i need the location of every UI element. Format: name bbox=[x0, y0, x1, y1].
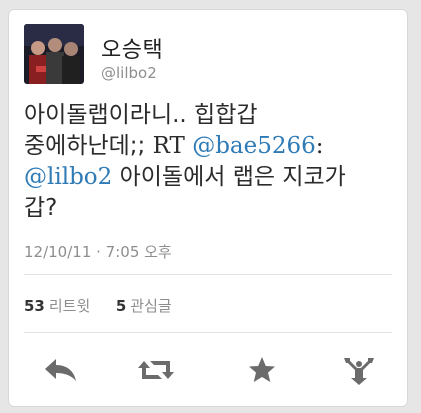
tweet-card: 오승택 @lilbo2 아이돌랩이라니.. 힙합갑 중에하난데;; RT @ba… bbox=[8, 9, 408, 407]
avatar[interactable] bbox=[24, 24, 84, 84]
mention-link[interactable]: @lilbo2 bbox=[24, 164, 112, 190]
reply-icon bbox=[45, 359, 76, 381]
tweet-line-1: 아이돌랩이라니.. 힙합갑 bbox=[24, 102, 258, 128]
star-icon bbox=[249, 357, 275, 382]
retweet-count: 53 bbox=[24, 297, 45, 315]
retweet-icon bbox=[138, 361, 174, 379]
retweet-label: 리트윗 bbox=[48, 297, 91, 315]
tweet-stats: 53 리트윗 5 관심글 bbox=[24, 295, 172, 316]
tweet-line-2-text: 중에하난데;; bbox=[24, 133, 153, 159]
tweet-timestamp: 12/10/11 · 7:05 오후 bbox=[24, 243, 172, 261]
mention-link[interactable]: @bae5266 bbox=[192, 133, 316, 159]
divider bbox=[24, 274, 392, 275]
rt-label: RT bbox=[152, 133, 185, 159]
share-icon bbox=[344, 358, 374, 385]
favorite-button[interactable] bbox=[242, 350, 282, 390]
display-name[interactable]: 오승택 bbox=[101, 32, 163, 64]
tweet-text: 아이돌랩이라니.. 힙합갑 중에하난데;; RT @bae5266: @lilb… bbox=[24, 100, 394, 224]
favorite-count: 5 bbox=[115, 297, 127, 315]
action-bar bbox=[9, 350, 407, 390]
tweet-line-2: 중에하난데;; RT @bae5266: bbox=[24, 131, 394, 162]
favorite-stat[interactable]: 5 관심글 bbox=[116, 297, 172, 315]
tweet-line-3: @lilbo2 아이돌에서 랩은 지코가 bbox=[24, 162, 394, 193]
share-button[interactable] bbox=[339, 350, 379, 390]
retweet-button[interactable] bbox=[136, 350, 176, 390]
tweet-line-3-text: 아이돌에서 랩은 지코가 bbox=[112, 164, 346, 190]
divider bbox=[24, 332, 392, 333]
tweet-line-4: 갑? bbox=[24, 195, 58, 221]
user-handle[interactable]: @lilbo2 bbox=[101, 64, 157, 82]
tweet-colon: : bbox=[315, 133, 324, 159]
retweet-stat[interactable]: 53 리트윗 bbox=[24, 297, 90, 315]
favorite-label: 관심글 bbox=[130, 297, 172, 315]
reply-button[interactable] bbox=[41, 350, 81, 390]
